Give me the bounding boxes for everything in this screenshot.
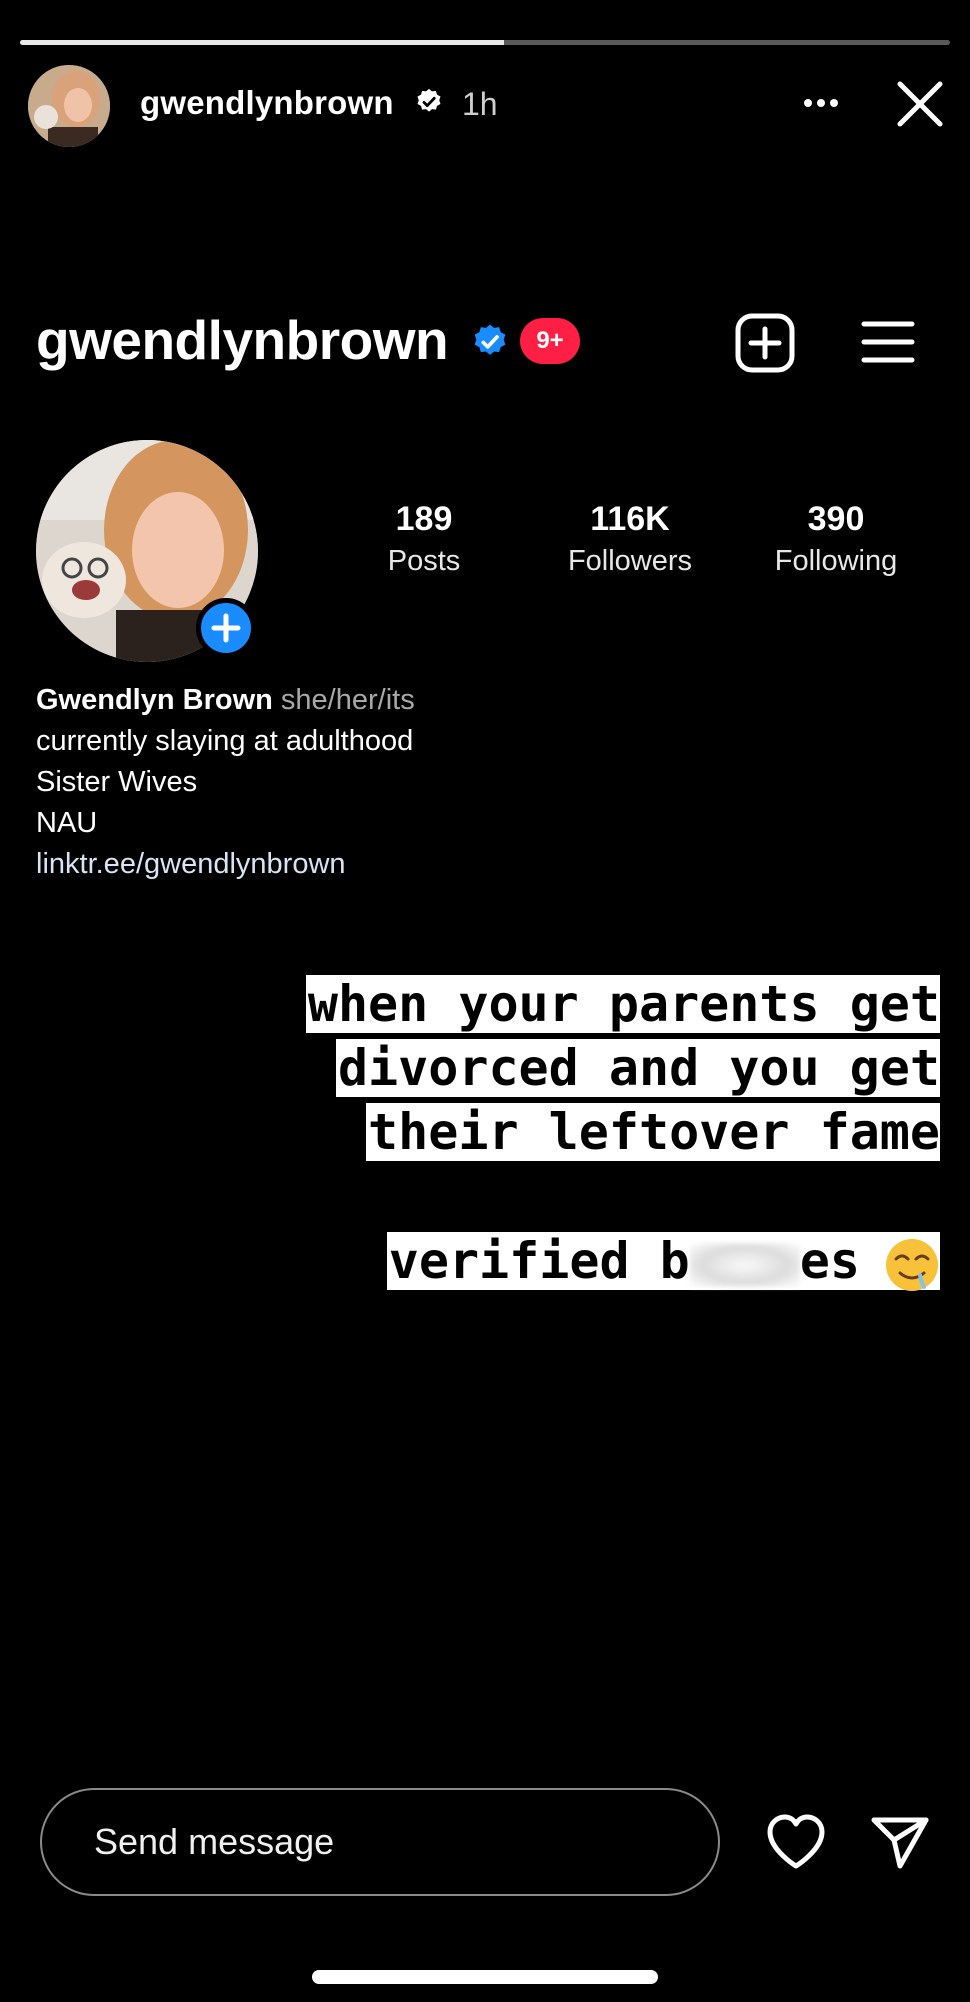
heart-icon[interactable] [764, 1812, 828, 1872]
notification-badge: 9+ [520, 318, 580, 364]
verified-badge-icon [417, 88, 441, 112]
bio-link[interactable]: linktr.ee/gwendlynbrown [36, 844, 415, 885]
story-header: gwendlynbrown 1h [0, 60, 970, 150]
story-username[interactable]: gwendlynbrown [140, 84, 394, 122]
stat-following-count: 390 [807, 500, 865, 538]
story-avatar[interactable] [28, 65, 110, 147]
bio-pronouns: she/her/its [280, 684, 415, 716]
caption-verified-prefix: verified b [388, 1232, 690, 1290]
caption-blurred-patch [689, 1242, 800, 1287]
stat-posts[interactable]: 189 Posts [324, 500, 524, 578]
bio-display-name: Gwendlyn Brown [36, 684, 273, 716]
profile-username: gwendlynbrown [36, 309, 449, 371]
caption-line-verified: verified b es [386, 1232, 940, 1291]
send-message-input[interactable] [40, 1788, 720, 1896]
stat-followers-label: Followers [567, 545, 693, 577]
drooling-face-emoji-icon [886, 1238, 938, 1291]
bio-line: Sister Wives [36, 766, 198, 798]
story-progress-bar [20, 40, 950, 45]
bio-line: currently slaying at adulthood [36, 725, 414, 757]
profile-bio: Gwendlyn Brown she/her/its currently sla… [36, 680, 415, 885]
stat-followers-count: 116K [590, 500, 670, 538]
story-time: 1h [462, 86, 498, 122]
stat-posts-count: 189 [395, 500, 453, 538]
caption-verified-suffix: es [799, 1232, 860, 1290]
caption-line: divorced and you get [335, 1039, 940, 1097]
verified-badge-icon [474, 324, 506, 355]
close-icon[interactable] [890, 74, 950, 134]
stat-following-label: Following [774, 545, 898, 577]
caption-line: when your parents get [305, 975, 940, 1033]
add-story-plus-icon[interactable] [196, 598, 256, 658]
more-horizontal-icon[interactable] [796, 80, 846, 126]
bio-name-line: Gwendlyn Brown she/her/its [36, 680, 415, 721]
stat-following[interactable]: 390 Following [736, 500, 936, 578]
menu-hamburger-icon[interactable] [860, 318, 916, 366]
caption-line: their leftover fame [366, 1103, 940, 1161]
add-post-icon[interactable] [734, 312, 796, 374]
stat-posts-label: Posts [387, 545, 461, 577]
home-indicator[interactable] [312, 1970, 658, 1984]
story-progress-fill [20, 40, 504, 45]
send-icon[interactable] [870, 1814, 930, 1872]
bio-line: NAU [36, 807, 98, 839]
stat-followers[interactable]: 116K Followers [530, 500, 730, 578]
